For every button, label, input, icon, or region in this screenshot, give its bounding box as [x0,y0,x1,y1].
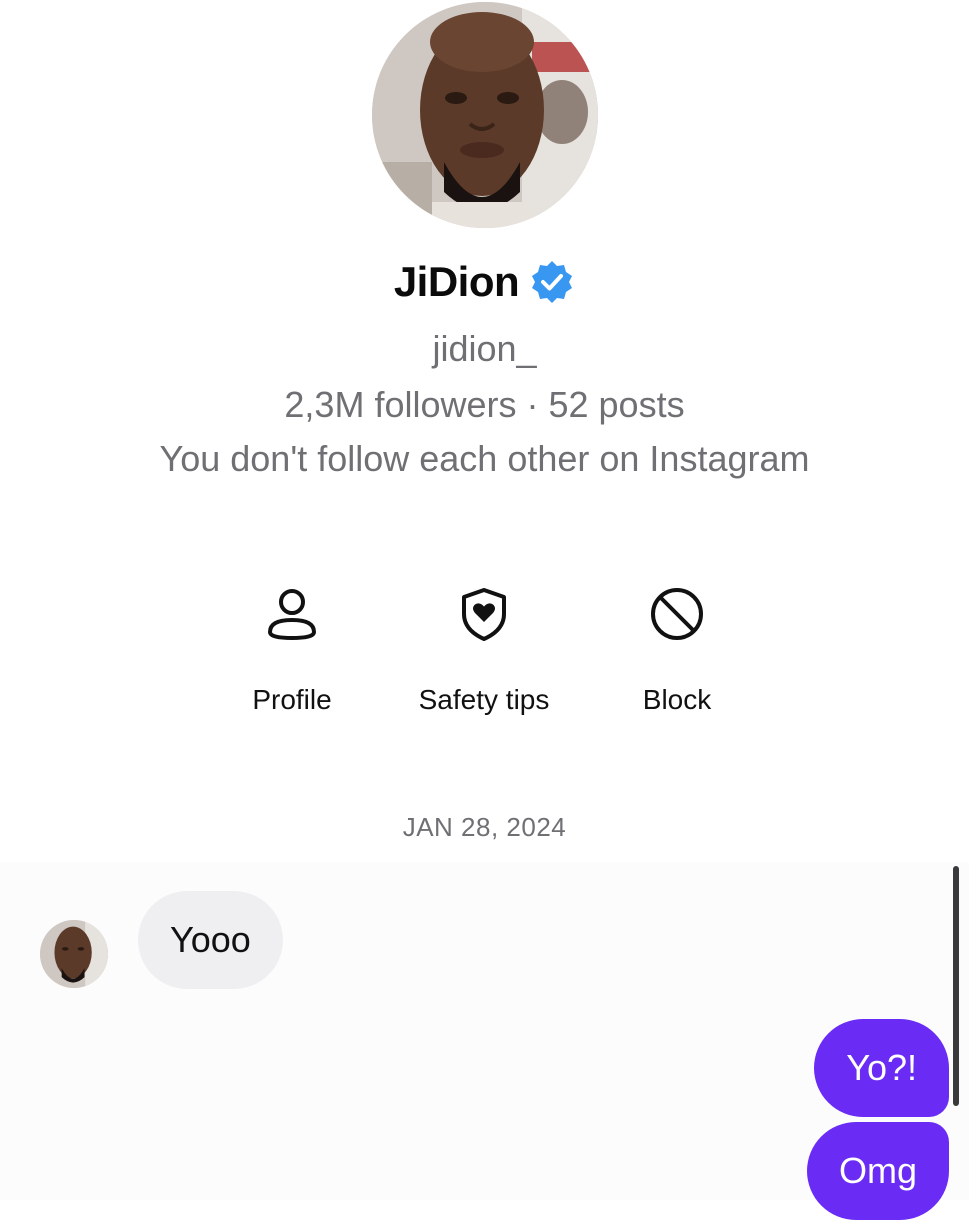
safety-tips-label: Safety tips [418,684,550,715]
profile-stats: 2,3M followers · 52 posts [284,384,685,425]
dm-thread-screen: JiDion jidion_ 2,3M followers · 52 posts… [0,0,969,1220]
avatar-photo [372,2,598,228]
name-row: JiDion [0,258,969,306]
verified-badge-icon [532,261,573,303]
safety-tips-button[interactable]: Safety tips [384,582,584,716]
shield-heart-icon [462,588,506,641]
outgoing-message[interactable]: Yo?! [814,1019,949,1117]
block-button[interactable]: Block [577,582,777,716]
profile-label: Profile [252,684,332,715]
incoming-message[interactable]: Yooo [138,891,283,989]
follow-status-note: You don't follow each other on Instagram [159,438,810,479]
sender-avatar[interactable] [40,920,108,988]
avatar-photo-small [40,920,108,988]
block-label: Block [642,684,712,715]
date-divider: JAN 28, 2024 [402,812,567,842]
outgoing-message[interactable]: Omg [806,1122,949,1220]
username: jidion_ [432,328,537,369]
block-icon [651,588,703,640]
person-icon [268,589,316,640]
scrollbar[interactable] [953,866,959,1106]
profile-avatar[interactable] [372,2,598,228]
display-name: JiDion [393,258,520,305]
profile-button[interactable]: Profile [192,582,392,716]
